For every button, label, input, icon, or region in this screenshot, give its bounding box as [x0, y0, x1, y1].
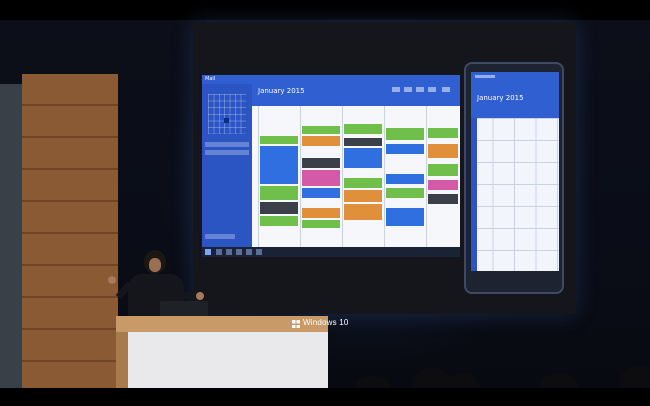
calendar-event	[428, 144, 458, 158]
day-column-divider	[300, 106, 301, 247]
letterbox-bottom	[0, 388, 650, 406]
toolbar-item	[404, 87, 412, 92]
phone-month-grid	[471, 118, 559, 271]
phone-calendar-screen: January 2015	[471, 72, 559, 271]
phone-calendar-header: January 2015	[471, 72, 559, 118]
sidebar-row	[205, 150, 249, 155]
calendar-event	[386, 188, 424, 198]
calendar-event	[344, 148, 382, 168]
calendar-event	[344, 138, 382, 146]
presenter-face	[149, 258, 161, 272]
presenter-hand	[108, 276, 116, 284]
calendar-event	[260, 202, 298, 214]
calendar-event	[302, 126, 340, 134]
desktop-calendar-window: Mail January 2015	[202, 75, 460, 257]
calendar-event	[260, 186, 298, 200]
calendar-event	[302, 188, 340, 198]
calendar-week-view: January 2015	[252, 84, 460, 247]
day-column-divider	[426, 106, 427, 247]
taskbar-app-icon	[226, 249, 232, 255]
phone-week-column	[471, 118, 477, 271]
calendar-event	[386, 208, 424, 226]
wall-panel-dark	[0, 84, 22, 388]
calendar-event	[260, 216, 298, 226]
calendar-event	[428, 128, 458, 138]
taskbar-app-icon	[236, 249, 242, 255]
toolbar-item	[442, 87, 450, 92]
calendar-event	[302, 220, 340, 228]
sidebar-row	[205, 142, 249, 147]
sidebar-row	[205, 234, 235, 239]
calendar-event	[260, 136, 298, 144]
calendar-event	[302, 208, 340, 218]
calendar-event	[302, 170, 340, 186]
windows-logo-icon	[292, 320, 300, 328]
taskbar-app-icon	[246, 249, 252, 255]
phone-calendar-month: January 2015	[477, 94, 524, 102]
mini-calendar-selected-day	[224, 118, 229, 123]
wall-panel-wood	[22, 74, 118, 388]
keynote-stage-photo: Mail January 2015 January 2015 Windows 1…	[0, 0, 650, 406]
calendar-event	[344, 204, 382, 220]
calendar-event	[302, 136, 340, 146]
day-column-divider	[258, 106, 259, 247]
calendar-event	[428, 164, 458, 176]
calendar-event	[302, 158, 340, 168]
calendar-event	[344, 190, 382, 202]
calendar-event	[428, 194, 458, 204]
calendar-event	[386, 128, 424, 140]
calendar-sidebar	[202, 84, 252, 247]
taskbar-app-icon	[256, 249, 262, 255]
calendar-event	[428, 180, 458, 190]
start-icon	[205, 249, 211, 255]
calendar-event	[344, 178, 382, 188]
toolbar-item	[416, 87, 424, 92]
podium-brand-label: Windows 10	[303, 318, 349, 327]
calendar-month: January 2015	[258, 87, 305, 95]
toolbar-item	[392, 87, 400, 92]
window-title-bar: Mail	[202, 75, 460, 84]
day-column-divider	[342, 106, 343, 247]
window-title: Mail	[205, 76, 216, 82]
letterbox-top	[0, 0, 650, 20]
podium-front	[128, 332, 328, 388]
calendar-event	[386, 174, 424, 184]
taskbar-app-icon	[216, 249, 222, 255]
presenter-hand	[196, 292, 204, 300]
mini-calendar	[208, 94, 246, 134]
day-column-divider	[384, 106, 385, 247]
phone-status-bar	[475, 75, 495, 78]
podium-laptop	[160, 301, 208, 317]
toolbar-item	[428, 87, 436, 92]
calendar-event	[260, 146, 298, 184]
podium-side	[116, 332, 128, 388]
calendar-header: January 2015	[252, 84, 460, 106]
calendar-event	[344, 124, 382, 134]
calendar-event	[386, 144, 424, 154]
windows-taskbar	[202, 247, 460, 257]
